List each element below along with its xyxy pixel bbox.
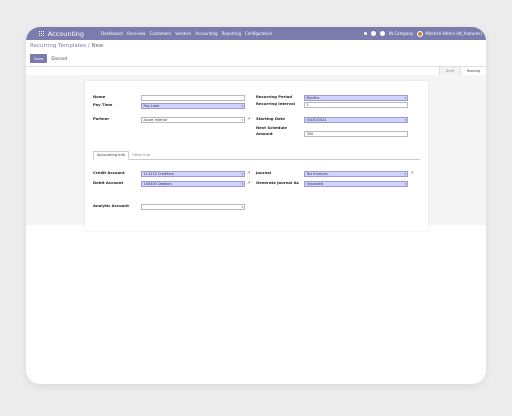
navbar-right: IN Company Mitchell Admin (dt_features): [363, 27, 482, 40]
app-brand[interactable]: Accounting: [39, 30, 84, 38]
dropdown-caret-icon: ▾: [241, 205, 243, 209]
debit-account-label: Debit Account: [93, 180, 124, 185]
app-name: Accounting: [47, 29, 85, 38]
debit-account-value: 100400 Debtors: [143, 182, 172, 186]
credit-account-value: 111210 Creditors: [143, 172, 174, 176]
dropdown-caret-icon: ▾: [241, 182, 243, 186]
generate-journal-as-label: Generate Journal As: [256, 180, 299, 185]
external-link-icon[interactable]: ↗: [410, 171, 415, 176]
tab-accounting-info[interactable]: Accounting Info: [93, 151, 130, 160]
user-menu[interactable]: Mitchell Admin (dt_features): [417, 30, 482, 37]
credit-account-label: Credit Account: [93, 170, 125, 175]
menu-vendors[interactable]: Vendors: [175, 31, 191, 36]
starting-date-label: Starting Date: [256, 116, 285, 121]
tab-other-info[interactable]: Other Info: [129, 151, 153, 159]
bug-icon[interactable]: [363, 32, 367, 35]
pay-time-select[interactable]: Pay Later ▾: [141, 103, 245, 109]
dropdown-caret-icon: ▾: [404, 182, 406, 186]
next-schedule-label-amount: Amount: [256, 131, 273, 136]
menu-reporting[interactable]: Reporting: [222, 31, 241, 36]
status-bar: Draft Running: [438, 67, 486, 75]
control-panel: Recurring Templates / New Save Discard: [26, 40, 486, 67]
external-link-icon[interactable]: ↗: [247, 117, 252, 122]
recurring-period-value: Months: [306, 96, 320, 100]
menu-customers[interactable]: Customers: [150, 31, 172, 36]
chat-icon[interactable]: [370, 31, 376, 36]
journal-select[interactable]: Tax Invoices ▾: [304, 171, 408, 177]
dropdown-caret-icon: ▾: [404, 96, 406, 100]
dropdown-caret-icon: ▾: [404, 172, 406, 176]
next-schedule-amount-input[interactable]: 300: [304, 131, 408, 137]
recurring-interval-label: Recurring Interval: [256, 101, 295, 106]
breadcrumb: Recurring Templates / New: [30, 43, 103, 49]
name-label: Name: [93, 94, 106, 99]
recurring-period-label: Recurring Period: [256, 94, 293, 99]
avatar: [417, 30, 424, 37]
activity-icon[interactable]: [379, 31, 385, 36]
form-buttons: Save Discard: [30, 54, 67, 63]
breadcrumb-parent[interactable]: Recurring Templates: [30, 43, 86, 49]
app-menu-icon[interactable]: [39, 31, 44, 36]
analytic-account-select[interactable]: ▾: [141, 204, 245, 210]
user-name: Mitchell Admin (dt_features): [425, 31, 482, 36]
discard-button[interactable]: Discard: [51, 56, 67, 61]
credit-account-select[interactable]: 111210 Creditors ▾: [141, 171, 245, 177]
company-switcher[interactable]: IN Company: [389, 31, 413, 36]
name-input[interactable]: [141, 95, 245, 101]
company-name: IN Company: [388, 31, 414, 36]
external-link-icon[interactable]: ↗: [247, 171, 252, 176]
partner-label: Partner: [93, 116, 110, 121]
next-schedule-label: Next Schedule: [256, 125, 287, 130]
dropdown-caret-icon: ▾: [241, 104, 243, 108]
menu-configuration[interactable]: Configuration: [245, 31, 272, 36]
journal-label: Journal: [256, 170, 272, 175]
notebook-tabs: Accounting Info Other Info: [93, 151, 420, 160]
status-draft[interactable]: Draft: [438, 67, 460, 75]
dropdown-caret-icon: ▾: [404, 118, 406, 122]
external-link-icon[interactable]: ↗: [247, 181, 252, 186]
generate-journal-as-value: Unposted: [306, 182, 324, 186]
debit-account-select[interactable]: 100400 Debtors ▾: [141, 181, 245, 187]
generate-journal-as-select[interactable]: Unposted ▾: [304, 181, 408, 187]
dropdown-caret-icon: ▾: [241, 172, 243, 176]
status-running[interactable]: Running: [459, 67, 486, 75]
recurring-period-select[interactable]: Months ▾: [304, 95, 408, 101]
device-frame: Accounting Dashboard Overview Customers …: [26, 27, 486, 384]
top-navbar: Accounting Dashboard Overview Customers …: [26, 27, 486, 40]
pay-time-label: Pay Time: [93, 102, 113, 107]
recurring-interval-input[interactable]: 1: [304, 102, 408, 108]
journal-value: Tax Invoices: [306, 172, 328, 176]
menu-dashboard[interactable]: Dashboard: [101, 31, 123, 36]
breadcrumb-current: New: [91, 43, 104, 49]
main-menu: Dashboard Overview Customers Vendors Acc…: [101, 31, 272, 36]
pay-time-value: Pay Later: [143, 104, 160, 108]
dropdown-caret-icon: ▾: [241, 118, 243, 122]
save-button[interactable]: Save: [30, 54, 48, 63]
partner-value: Azure Interior: [143, 118, 168, 122]
menu-accounting[interactable]: Accounting: [195, 31, 217, 36]
form-sheet: Name Pay Time Pay Later ▾ Partner Azure I…: [85, 81, 428, 231]
partner-select[interactable]: Azure Interior ▾: [141, 117, 245, 123]
starting-date-value: 04/30/2021: [306, 118, 327, 122]
starting-date-input[interactable]: 04/30/2021 ▾: [304, 117, 408, 123]
menu-overview[interactable]: Overview: [127, 31, 146, 36]
analytic-account-label: Analytic Account: [93, 203, 129, 208]
